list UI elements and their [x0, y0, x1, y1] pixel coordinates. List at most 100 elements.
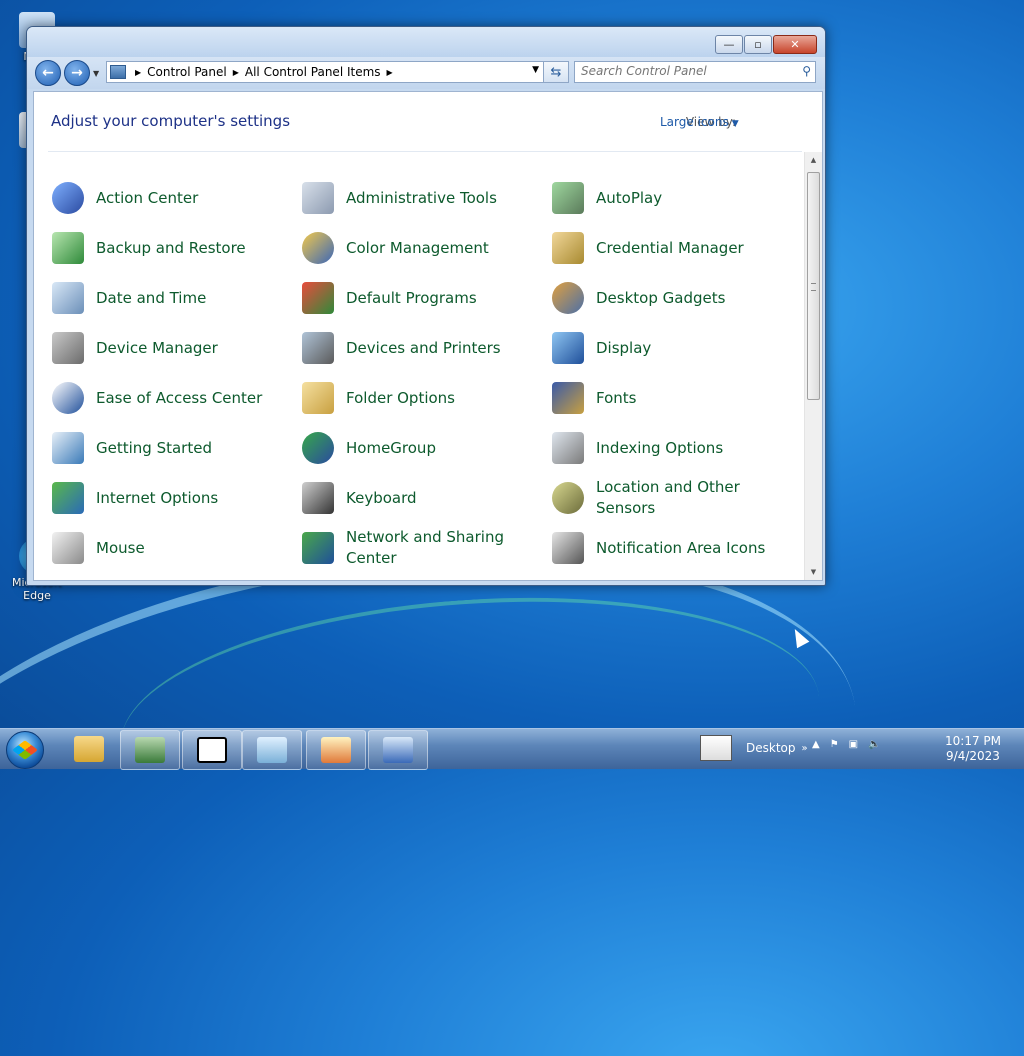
- navigation-bar: ← → ▼ ▶ Control Panel ▶ All Control Pane…: [27, 57, 825, 89]
- back-arrow-icon: ←: [42, 65, 54, 81]
- folder-options-icon: [302, 382, 334, 414]
- clock[interactable]: 10:17 PM 9/4/2023: [940, 734, 1006, 764]
- control-panel-item[interactable]: Device Manager: [52, 328, 292, 368]
- maximize-icon: ▫: [754, 38, 762, 51]
- grip-icon: [811, 283, 816, 291]
- control-panel-item[interactable]: Keyboard: [302, 478, 542, 518]
- control-panel-item[interactable]: Color Management: [302, 228, 542, 268]
- taskbar-button[interactable]: [60, 730, 118, 768]
- chevron-right-icon[interactable]: ▶: [135, 68, 141, 77]
- mouse-cursor: [788, 625, 810, 649]
- desktop-toolbar[interactable]: Desktop »: [700, 735, 808, 761]
- control-panel-item[interactable]: Credential Manager: [552, 228, 792, 268]
- control-panel-item-label: Location and Other Sensors: [596, 478, 740, 517]
- control-panel-item[interactable]: AutoPlay: [552, 178, 792, 218]
- control-panel-item-label: Network and Sharing Center: [346, 528, 504, 567]
- view-by-dropdown[interactable]: Large icons ▼: [660, 115, 739, 129]
- control-panel-item[interactable]: Fonts: [552, 378, 792, 418]
- control-panel-item-label: HomeGroup: [346, 438, 436, 457]
- action-center-tray-icon[interactable]: ⚑: [830, 739, 839, 750]
- control-panel-item-label: Ease of Access Center: [96, 388, 263, 407]
- control-panel-item[interactable]: Network and Sharing Center: [302, 528, 542, 568]
- taskbar-button[interactable]: [368, 730, 428, 770]
- mouse-icon: [52, 532, 84, 564]
- network-icon: [302, 532, 334, 564]
- search-box[interactable]: ⚲: [574, 61, 816, 83]
- autoplay-icon: [552, 182, 584, 214]
- credential-vault-icon: [552, 232, 584, 264]
- control-panel-item-label: Folder Options: [346, 388, 455, 407]
- control-panel-item[interactable]: Default Programs: [302, 278, 542, 318]
- breadcrumb-control-panel[interactable]: Control Panel: [147, 65, 227, 79]
- show-hidden-icons-icon[interactable]: ▲: [812, 739, 820, 750]
- taskbar-button[interactable]: [182, 730, 242, 770]
- taskbar-button[interactable]: [306, 730, 366, 770]
- toolbar-chevron-icon[interactable]: »: [802, 743, 808, 754]
- maximize-button[interactable]: ▫: [744, 35, 772, 54]
- scrollbar-thumb[interactable]: [807, 172, 820, 400]
- view-by-value: Large icons: [660, 115, 729, 129]
- network-tray-icon[interactable]: ▣: [849, 739, 858, 750]
- forward-button[interactable]: →: [64, 60, 90, 86]
- 7zip-icon: [197, 737, 227, 763]
- control-panel-item[interactable]: Notification Area Icons: [552, 528, 792, 568]
- notification-area-icon: [552, 532, 584, 564]
- title-bar[interactable]: — ▫ ✕: [27, 27, 825, 57]
- vertical-scrollbar[interactable]: ▲ ▼: [804, 152, 822, 580]
- control-panel-item[interactable]: Internet Options: [52, 478, 292, 518]
- control-panel-item[interactable]: Administrative Tools: [302, 178, 542, 218]
- minimize-button[interactable]: —: [715, 35, 743, 54]
- getting-started-icon: [52, 432, 84, 464]
- taskbar-button[interactable]: [242, 730, 302, 770]
- control-panel-item-label: Color Management: [346, 238, 489, 257]
- close-button[interactable]: ✕: [773, 35, 817, 54]
- chevron-right-icon[interactable]: ▶: [233, 68, 239, 77]
- control-panel-item[interactable]: Folder Options: [302, 378, 542, 418]
- keyboard-icon: [302, 482, 334, 514]
- control-panel-item[interactable]: Location and Other Sensors: [552, 478, 792, 518]
- desktop-toolbar-icon: [700, 735, 732, 761]
- scroll-up-arrow[interactable]: ▲: [805, 152, 822, 168]
- control-panel-item-label: Mouse: [96, 538, 145, 557]
- control-panel-item[interactable]: Action Center: [52, 178, 292, 218]
- control-panel-item-label: Display: [596, 338, 652, 357]
- control-panel-item[interactable]: Backup and Restore: [52, 228, 292, 268]
- control-panel-item-label: Action Center: [96, 188, 199, 207]
- back-button[interactable]: ←: [35, 60, 61, 86]
- control-panel-item-label: Internet Options: [96, 488, 219, 507]
- control-panel-item-label: Default Programs: [346, 288, 477, 307]
- control-panel-item-label: Credential Manager: [596, 238, 744, 257]
- search-input[interactable]: [575, 62, 791, 80]
- control-panel-item[interactable]: Date and Time: [52, 278, 292, 318]
- control-panel-item[interactable]: Indexing Options: [552, 428, 792, 468]
- control-panel-item[interactable]: Display: [552, 328, 792, 368]
- page-title: Adjust your computer's settings: [51, 112, 291, 130]
- control-panel-item[interactable]: Getting Started: [52, 428, 292, 468]
- volume-tray-icon[interactable]: 🔈: [868, 739, 880, 750]
- chevron-right-icon[interactable]: ▶: [387, 68, 393, 77]
- refresh-button[interactable]: ⇆: [543, 61, 569, 83]
- monitor-icon: [552, 332, 584, 364]
- taskbar-button[interactable]: [120, 730, 180, 770]
- scroll-down-arrow[interactable]: ▼: [805, 564, 822, 580]
- clock-date: 9/4/2023: [946, 749, 1000, 763]
- clock-time: 10:17 PM: [945, 734, 1001, 748]
- control-panel-window: — ▫ ✕ ← → ▼ ▶ Control Panel ▶ All Contro…: [26, 26, 826, 586]
- desktop-toolbar-label: Desktop: [746, 741, 796, 755]
- start-button[interactable]: [6, 731, 44, 769]
- control-panel-item[interactable]: Desktop Gadgets: [552, 278, 792, 318]
- address-bar[interactable]: ▶ Control Panel ▶ All Control Panel Item…: [106, 61, 544, 83]
- breadcrumb-all-items[interactable]: All Control Panel Items: [245, 65, 381, 79]
- address-dropdown-icon[interactable]: ▼: [532, 65, 539, 75]
- control-panel-item-label: Device Manager: [96, 338, 218, 357]
- ease-of-access-icon: [52, 382, 84, 414]
- control-panel-item[interactable]: Mouse: [52, 528, 292, 568]
- recent-pages-dropdown[interactable]: ▼: [93, 69, 99, 78]
- calendar-clock-icon: [52, 282, 84, 314]
- control-panel-item[interactable]: Ease of Access Center: [52, 378, 292, 418]
- control-panel-item[interactable]: HomeGroup: [302, 428, 542, 468]
- divider: [48, 151, 802, 152]
- control-panel-item-label: AutoPlay: [596, 188, 663, 207]
- search-icon[interactable]: ⚲: [802, 64, 811, 78]
- control-panel-item[interactable]: Devices and Printers: [302, 328, 542, 368]
